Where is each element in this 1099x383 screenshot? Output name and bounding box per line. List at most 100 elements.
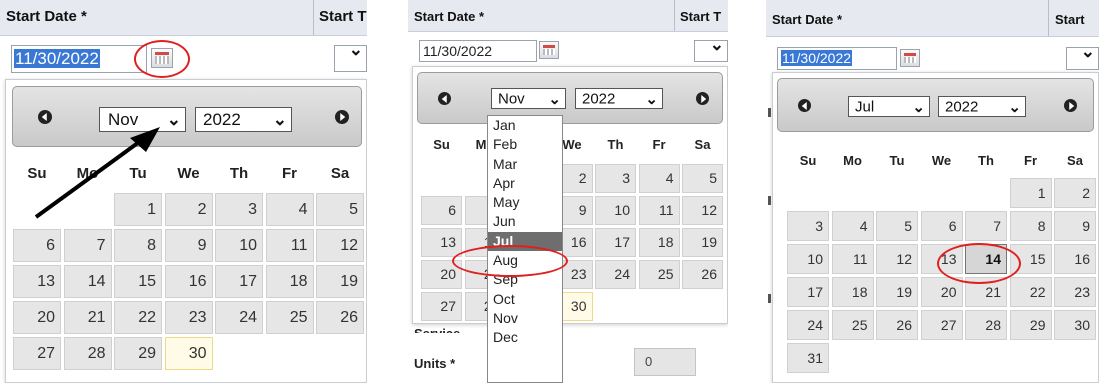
units-value: 0 bbox=[645, 354, 653, 369]
day-cell[interactable]: 30 bbox=[1054, 310, 1096, 340]
day-cell[interactable]: 12 bbox=[876, 244, 918, 274]
day-cell[interactable]: 29 bbox=[1009, 310, 1052, 340]
month-option[interactable]: Oct bbox=[488, 290, 562, 309]
day-cell[interactable]: 18 bbox=[638, 228, 680, 257]
weekday-header: Th bbox=[978, 153, 994, 168]
start-date-value: 11/30/2022 bbox=[423, 43, 493, 59]
month-select[interactable]: Jul ⌄ bbox=[848, 96, 930, 117]
weekday-header: Tu bbox=[889, 153, 905, 168]
day-cell[interactable]: 10 bbox=[595, 196, 636, 225]
weekday-header: We bbox=[931, 153, 952, 168]
day-cell[interactable]: 23 bbox=[1054, 277, 1096, 307]
day-cell[interactable]: 1 bbox=[1009, 178, 1052, 208]
header-divider bbox=[674, 0, 675, 31]
next-month-icon[interactable] bbox=[696, 92, 709, 105]
month-option[interactable]: Mar bbox=[488, 155, 562, 174]
year-select-value: 2022 bbox=[945, 98, 979, 115]
day-cell[interactable]: 5 bbox=[876, 211, 918, 241]
year-select[interactable]: 2022 ⌄ bbox=[575, 88, 663, 109]
day-cell[interactable]: 10 bbox=[787, 244, 829, 274]
weekday-header: Sa bbox=[1067, 153, 1083, 168]
day-cell[interactable]: 20 bbox=[920, 277, 963, 307]
day-cell[interactable]: 19 bbox=[876, 277, 918, 307]
day-cell[interactable]: 6 bbox=[421, 196, 462, 225]
month-option[interactable]: Jun bbox=[488, 212, 562, 231]
day-cell[interactable]: 9 bbox=[1054, 211, 1096, 241]
weekday-header: Sa bbox=[694, 137, 711, 152]
day-cell[interactable]: 27 bbox=[920, 310, 963, 340]
day-cell[interactable]: 17 bbox=[595, 228, 636, 257]
start-date-input[interactable]: 11/30/2022 bbox=[419, 40, 537, 62]
month-dropdown-list[interactable]: Jan Feb Mar Apr May Jun Jul Aug Sep Oct Nov Dec bbox=[487, 115, 563, 383]
month-option[interactable]: Nov bbox=[488, 309, 562, 328]
day-cell[interactable]: 8 bbox=[1009, 211, 1052, 241]
day-cell[interactable]: 20 bbox=[421, 260, 462, 289]
month-select-value: Jul bbox=[855, 98, 875, 115]
weekday-header: Su bbox=[799, 153, 817, 168]
weekday-header: Mo bbox=[843, 153, 862, 168]
units-label: Units * bbox=[414, 356, 456, 371]
day-cell[interactable]: 24 bbox=[595, 260, 636, 289]
day-cell[interactable]: 12 bbox=[682, 196, 723, 225]
day-cell[interactable]: 31 bbox=[787, 343, 829, 373]
calendar-icon[interactable] bbox=[539, 41, 559, 59]
start-date-input[interactable]: 11/30/2022 bbox=[777, 47, 897, 70]
start-time-header: Start bbox=[1055, 12, 1085, 27]
month-select[interactable]: Nov ⌄ bbox=[491, 88, 566, 109]
day-cell[interactable]: 6 bbox=[920, 211, 963, 241]
day-cell[interactable]: 2 bbox=[1054, 178, 1096, 208]
day-cell[interactable]: 15 bbox=[1009, 244, 1052, 274]
day-cell[interactable]: 25 bbox=[831, 310, 874, 340]
month-option[interactable]: May bbox=[488, 193, 562, 212]
day-cell[interactable]: 24 bbox=[787, 310, 829, 340]
day-cell[interactable]: 27 bbox=[421, 292, 462, 321]
month-option[interactable]: Jul bbox=[488, 231, 562, 252]
day-cell[interactable]: 16 bbox=[1054, 244, 1096, 274]
background-marker bbox=[768, 108, 771, 117]
day-cell[interactable]: 18 bbox=[831, 277, 874, 307]
day-cell[interactable]: 26 bbox=[876, 310, 918, 340]
prev-month-icon[interactable] bbox=[438, 92, 451, 105]
start-time-select[interactable] bbox=[1066, 42, 1099, 70]
weekday-header: Su bbox=[433, 137, 450, 152]
weekday-header: Th bbox=[607, 137, 624, 152]
panel-2: Start Date * Start T 11/30/2022 Nov ⌄ 20… bbox=[408, 0, 728, 383]
day-cell[interactable]: 11 bbox=[638, 196, 680, 225]
start-date-header: Start Date * bbox=[414, 9, 485, 24]
chevron-down-icon: ⌄ bbox=[645, 90, 658, 108]
day-cell[interactable]: 21 bbox=[965, 277, 1007, 307]
day-cell[interactable]: 13 bbox=[421, 228, 462, 257]
day-cell[interactable]: 19 bbox=[682, 228, 723, 257]
month-select-value: Nov bbox=[498, 90, 525, 107]
start-time-select[interactable] bbox=[694, 35, 728, 62]
month-option[interactable]: Feb bbox=[488, 135, 562, 154]
year-select[interactable]: 2022 ⌄ bbox=[938, 96, 1026, 117]
start-date-header: Start Date * bbox=[772, 12, 843, 27]
month-option[interactable]: Jan bbox=[488, 116, 562, 135]
chevron-down-icon: ⌄ bbox=[1008, 98, 1021, 116]
calendar-icon[interactable] bbox=[900, 49, 920, 67]
day-cell[interactable]: 4 bbox=[638, 164, 680, 193]
day-cell[interactable]: 7 bbox=[965, 211, 1007, 241]
day-cell[interactable]: 5 bbox=[682, 164, 723, 193]
day-cell[interactable]: 22 bbox=[1009, 277, 1052, 307]
day-cell[interactable]: 26 bbox=[682, 260, 723, 289]
weekday-header: Fr bbox=[1024, 153, 1037, 168]
day-cell[interactable]: 3 bbox=[787, 211, 829, 241]
day-cell[interactable]: 13 bbox=[920, 244, 963, 274]
day-cell[interactable]: 4 bbox=[831, 211, 874, 241]
month-option[interactable]: Apr bbox=[488, 174, 562, 193]
chevron-down-icon: ⌄ bbox=[912, 98, 925, 116]
next-month-icon[interactable] bbox=[1064, 99, 1077, 112]
month-option[interactable]: Dec bbox=[488, 328, 562, 347]
panel-1: Start Date * Start T 11/30/2022 Nov ⌄ 20… bbox=[0, 0, 367, 383]
day-cell[interactable]: 25 bbox=[638, 260, 680, 289]
day-cell[interactable]: 3 bbox=[595, 164, 636, 193]
day-cell[interactable]: 14 bbox=[965, 244, 1007, 274]
month-option[interactable]: Sep bbox=[488, 270, 562, 289]
day-cell[interactable]: 17 bbox=[787, 277, 829, 307]
month-option[interactable]: Aug bbox=[488, 251, 562, 270]
day-cell[interactable]: 11 bbox=[831, 244, 874, 274]
prev-month-icon[interactable] bbox=[798, 99, 811, 112]
day-cell[interactable]: 28 bbox=[965, 310, 1007, 340]
